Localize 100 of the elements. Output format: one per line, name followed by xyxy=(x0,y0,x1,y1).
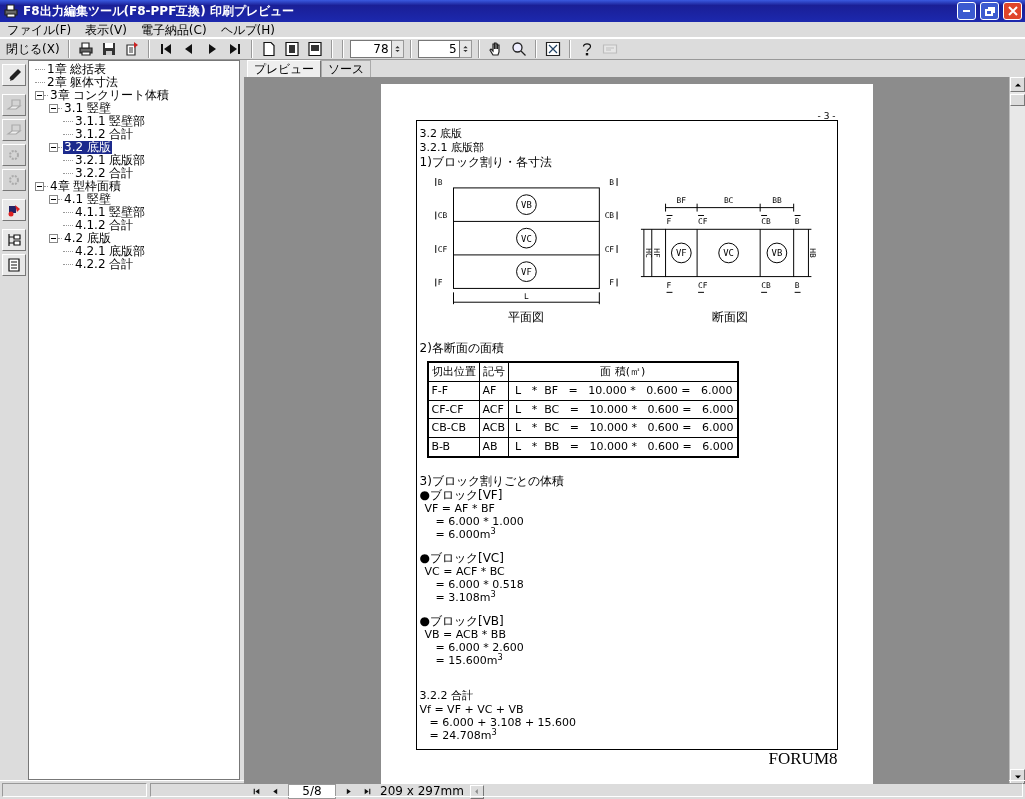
collapse-icon[interactable] xyxy=(49,143,58,152)
block-title: ●ブロック[VC] xyxy=(419,550,504,565)
section-heading: 3.2 底版 xyxy=(419,127,463,140)
fit-page-icon xyxy=(544,41,561,57)
zoom-field[interactable]: 78 xyxy=(349,40,392,58)
dimension-label: HC xyxy=(644,248,654,258)
prev-arrow-icon xyxy=(271,787,280,796)
block-label: VF xyxy=(520,267,532,278)
tree-item[interactable]: 4.1.1 竪壁部 xyxy=(74,206,147,219)
drawing-caption: 断面図 xyxy=(712,309,749,324)
collapse-icon[interactable] xyxy=(35,182,44,191)
tree-item[interactable]: 3章 コンクリート体積 xyxy=(49,89,171,102)
dimension-label: BB xyxy=(772,195,783,205)
block-circle xyxy=(671,242,693,264)
list-icon xyxy=(6,257,22,273)
table-cell: CB-CB xyxy=(427,418,479,438)
section-mark-label: F xyxy=(608,278,614,288)
page-view-icon xyxy=(306,41,323,57)
minimize-button[interactable] xyxy=(957,2,976,20)
tab[interactable]: プレビュー xyxy=(247,60,321,77)
paper-size-label: 209 x 297mm xyxy=(380,784,464,799)
menu-item[interactable]: ヘルプ(H) xyxy=(213,22,282,37)
last-arrow-icon xyxy=(363,787,372,796)
formula-line: = 6.000 * 1.000 xyxy=(435,514,524,528)
close-preview-button[interactable]: 閉じる(X) xyxy=(4,39,62,59)
formula-line: VC = ACF * BC xyxy=(424,564,505,578)
tree-item[interactable]: 4.2 底版 xyxy=(63,232,112,245)
tree-icon xyxy=(6,232,22,248)
tree-item[interactable]: 1章 総括表 xyxy=(46,63,108,76)
tree-item[interactable]: 3.1.1 竪壁部 xyxy=(74,115,147,128)
menu-item[interactable]: 電子納品(C) xyxy=(133,22,214,37)
block-label: VB xyxy=(520,200,532,211)
formula-line: Vf = VF + VC + VB xyxy=(419,702,524,716)
sheet-icon xyxy=(6,97,22,113)
block-circle xyxy=(515,194,537,215)
table-cell: ACB xyxy=(479,418,509,438)
close-button[interactable] xyxy=(1003,2,1022,20)
formula-line: VB = ACB * BB xyxy=(424,627,506,641)
tree-item[interactable]: 4.1 竪壁 xyxy=(63,193,112,206)
section-mark-label: CB xyxy=(761,281,772,291)
collapse-icon[interactable] xyxy=(49,104,58,113)
pen-icon xyxy=(6,67,22,83)
app-icon xyxy=(3,3,19,19)
window-title: F8出力編集ツール(F8-PPF互換) 印刷プレビュー xyxy=(23,3,295,19)
footer-logo-text: FORUM8 xyxy=(768,749,838,768)
tab[interactable]: ソース xyxy=(321,60,371,77)
collapse-icon[interactable] xyxy=(49,195,58,204)
magnifier-icon xyxy=(510,41,527,57)
page-field[interactable]: 5/8 xyxy=(288,784,336,799)
tree-item[interactable]: 3.1.2 合計 xyxy=(74,128,135,141)
block-title: ●ブロック[VF] xyxy=(419,487,503,502)
first-arrow-icon xyxy=(252,787,261,796)
spin-arrows-icon xyxy=(461,43,469,55)
formula-line: = 24.708m$^{3}$ xyxy=(429,728,497,742)
table-cell: CF-CF xyxy=(427,400,479,419)
minimize-icon xyxy=(962,10,971,12)
tree-item[interactable]: 2章 躯体寸法 xyxy=(46,76,120,89)
formula-line: = 6.000 + 3.108 + 15.600 xyxy=(429,715,577,729)
block-title: ●ブロック[VB] xyxy=(419,613,504,628)
section-mark-label: CB xyxy=(761,217,772,227)
block-label: VC xyxy=(723,248,735,259)
column-header: 記号 xyxy=(479,362,509,382)
section-mark-label: CB xyxy=(604,211,614,221)
tree-item[interactable]: 3.2 底版 xyxy=(63,141,112,154)
sheet-icon xyxy=(6,122,22,138)
dimension-label: BC xyxy=(724,195,734,205)
document-export-icon xyxy=(123,41,140,57)
table-cell: F-F xyxy=(427,381,479,400)
section-mark-label: B xyxy=(608,177,614,187)
item-heading: 2)各断面の面積 xyxy=(419,341,504,355)
section-mark-label: B xyxy=(795,281,800,291)
table-cell: AB xyxy=(479,437,509,457)
menu-item[interactable]: 表示(V) xyxy=(78,22,134,37)
section-mark-label: CF xyxy=(437,244,447,254)
column-header: 切出位置 xyxy=(427,362,479,382)
tree-item[interactable]: 4.1.2 合計 xyxy=(74,219,135,232)
scroll-thumb[interactable] xyxy=(1010,94,1025,106)
page-field[interactable]: 5 xyxy=(417,40,460,58)
collapse-icon[interactable] xyxy=(35,91,44,100)
item-heading: 1)ブロック割り・各寸法 xyxy=(419,155,552,169)
tree-item[interactable]: 4章 型枠面積 xyxy=(49,180,123,193)
collapse-icon[interactable] xyxy=(49,234,58,243)
tree-item[interactable]: 4.2.1 底版部 xyxy=(74,245,147,258)
section-mark-label: B xyxy=(795,217,800,227)
side-tool-button[interactable] xyxy=(2,199,26,221)
formula-line: VF = AF * BF xyxy=(424,501,495,515)
block-circle xyxy=(515,227,537,249)
formula-line: = 15.600m$^{3}$ xyxy=(435,653,503,667)
tree-item[interactable]: 3.2.1 底版部 xyxy=(74,154,147,167)
menu-item[interactable]: ファイル(F) xyxy=(0,22,79,37)
vertical-scrollbar[interactable] xyxy=(1009,77,1025,784)
table-cell: ACF xyxy=(479,400,509,419)
side-tool-button[interactable] xyxy=(2,229,26,251)
tree-item[interactable]: 3.2.2 合計 xyxy=(74,167,135,180)
tree-item[interactable]: 4.2.2 合計 xyxy=(74,258,135,271)
tree-item[interactable]: 3.1 竪壁 xyxy=(63,102,112,115)
side-tool-button[interactable] xyxy=(2,64,26,86)
restore-button[interactable] xyxy=(980,2,999,20)
next-arrow-icon xyxy=(344,787,353,796)
dimension-label: HF xyxy=(652,248,662,258)
